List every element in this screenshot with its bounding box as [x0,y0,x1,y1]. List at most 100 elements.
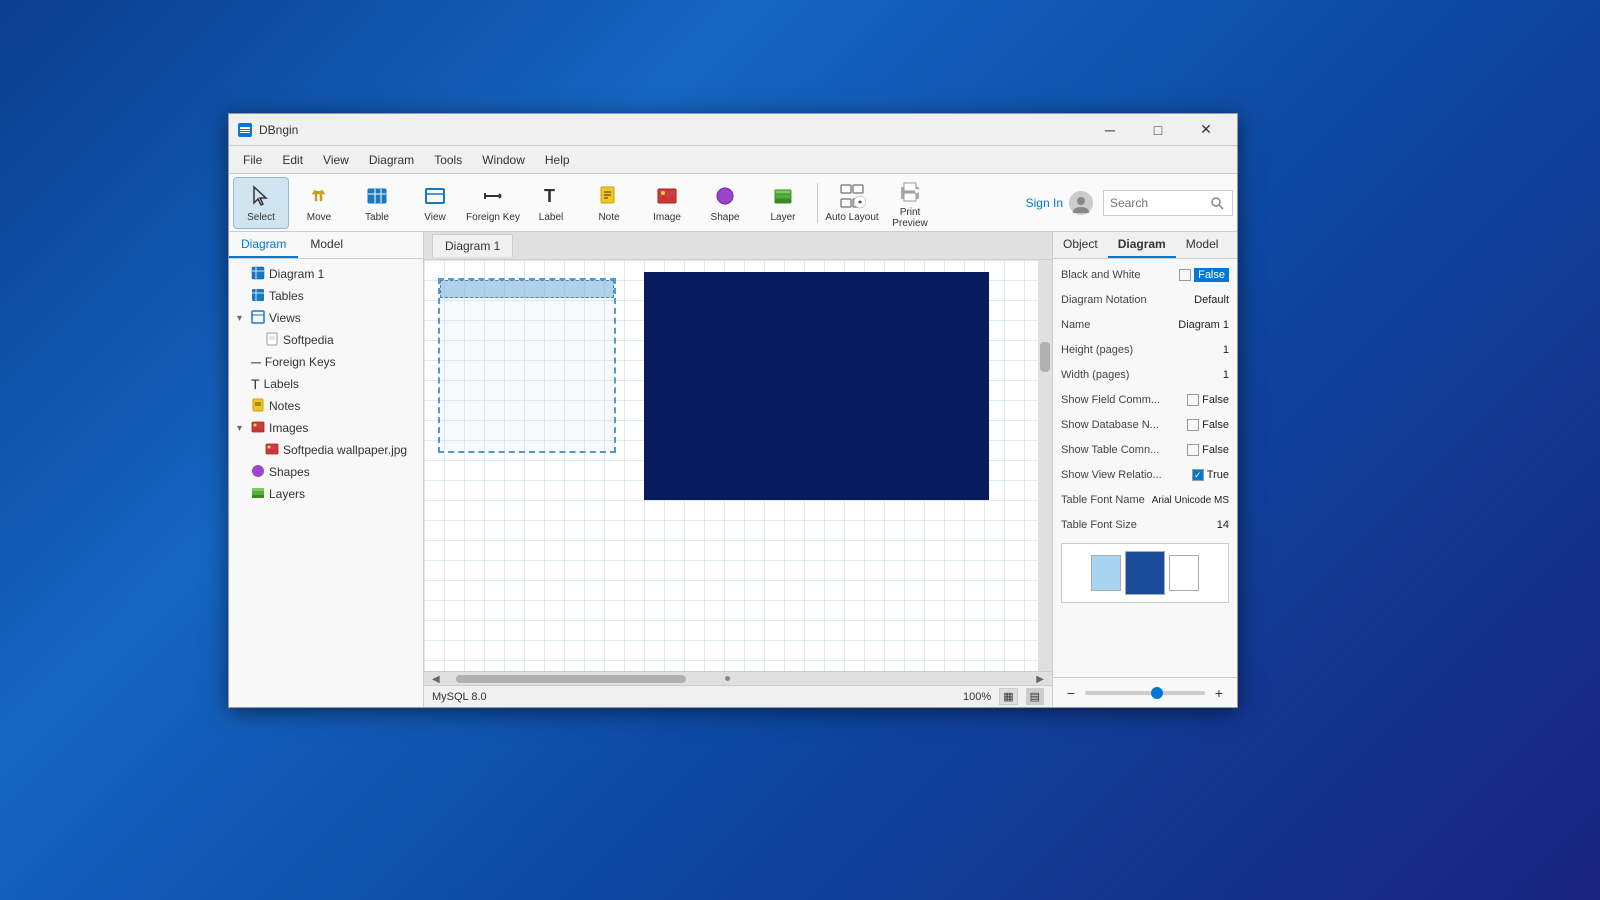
tree-item-shapes[interactable]: Shapes [229,461,423,483]
tree-label-foreign-keys: Foreign Keys [265,355,336,369]
prop-label-bw: Black and White [1061,269,1179,281]
menu-tools[interactable]: Tools [424,149,472,171]
props-tab-object[interactable]: Object [1053,232,1108,258]
table-tool-button[interactable]: Table [349,177,405,229]
print-preview-button[interactable]: Print Preview [882,177,938,229]
tree-label-labels: Labels [264,377,299,391]
menu-window[interactable]: Window [472,149,535,171]
tree-label-layers: Layers [269,487,305,501]
prop-label-notation: Diagram Notation [1061,294,1194,306]
blue-image-rect [644,272,989,500]
prop-checkbox-field-comm[interactable] [1187,394,1199,406]
tab-diagram[interactable]: Diagram [229,232,298,258]
auto-layout-button[interactable]: Auto Layout [824,177,880,229]
prop-checkbox-bw[interactable] [1179,269,1191,281]
close-button[interactable]: ✕ [1183,114,1229,146]
tree-item-softpedia[interactable]: Softpedia [229,329,423,351]
shape-tool-button[interactable]: Shape [697,177,753,229]
zoom-in-button[interactable]: + [1209,683,1229,703]
wallpaper-icon [265,442,279,459]
zoom-percent: 100% [963,691,991,703]
table-icon [363,182,391,210]
tree-item-tables[interactable]: Tables [229,285,423,307]
canvas-content[interactable] [424,260,1052,671]
table-label: Table [365,212,389,223]
note-tool-button[interactable]: Note [581,177,637,229]
maximize-button[interactable]: □ [1135,114,1181,146]
layer-label: Layer [770,212,795,223]
zoom-out-button[interactable]: − [1061,683,1081,703]
zoom-slider[interactable] [1085,691,1205,695]
signin-area: Sign In [1026,191,1093,215]
move-tool-button[interactable]: Move [291,177,347,229]
tree-item-diagram1[interactable]: Diagram 1 [229,263,423,285]
prop-row-view-relatio: Show View Relatio... ✓ True [1061,465,1229,485]
scroll-position-dot [725,676,730,681]
tab-model[interactable]: Model [298,232,355,258]
view-tool-button[interactable]: View [407,177,463,229]
menu-help[interactable]: Help [535,149,580,171]
color-swatch-light[interactable] [1091,555,1121,591]
tree-item-softpedia-wallpaper[interactable]: Softpedia wallpaper.jpg [229,439,423,461]
search-icon [1210,196,1224,210]
tables-icon [251,288,265,305]
prop-value-view-relatio: True [1207,469,1229,481]
tree-label-notes: Notes [269,399,300,413]
scroll-left-arrow[interactable]: ◀ [432,674,440,685]
zoom-bar: − + [1053,677,1237,707]
grid-toggle-1[interactable]: ▦ [999,688,1017,705]
tree-item-foreign-keys[interactable]: ─ Foreign Keys [229,351,423,373]
prop-value-name: Diagram 1 [1178,319,1229,331]
shape-label: Shape [711,212,740,223]
move-label: Move [307,212,331,223]
auto-layout-icon [838,182,866,210]
minimize-button[interactable]: ─ [1087,114,1133,146]
prop-label-height: Height (pages) [1061,344,1223,356]
status-bar: MySQL 8.0 100% ▦ ▤ [424,685,1052,707]
color-swatch-white[interactable] [1169,555,1199,591]
title-controls: ─ □ ✕ [1087,114,1229,146]
prop-label-db-name: Show Database N... [1061,419,1187,431]
menu-bar: File Edit View Diagram Tools Window Help [229,146,1237,174]
foreign-key-tool-button[interactable]: Foreign Key [465,177,521,229]
signin-button[interactable]: Sign In [1026,196,1063,210]
prop-row-name: Name Diagram 1 [1061,315,1229,335]
prop-checkbox-table-comn[interactable] [1187,444,1199,456]
tree-item-views[interactable]: ▾ Views [229,307,423,329]
foreign-key-label: Foreign Key [466,212,520,223]
prop-row-db-name: Show Database N... False [1061,415,1229,435]
toolbar-separator-1 [817,183,818,223]
menu-edit[interactable]: Edit [272,149,313,171]
image-icon [653,182,681,210]
avatar [1069,191,1093,215]
tree-item-notes[interactable]: Notes [229,395,423,417]
canvas-tab-diagram1[interactable]: Diagram 1 [432,234,513,257]
props-tab-model[interactable]: Model [1176,232,1229,258]
prop-checkbox-db-name[interactable] [1187,419,1199,431]
select-tool-button[interactable]: Select [233,177,289,229]
prop-row-font-name: Table Font Name Arial Unicode MS [1061,490,1229,510]
image-tool-button[interactable]: Image [639,177,695,229]
tree-item-images[interactable]: ▾ Images [229,417,423,439]
menu-view[interactable]: View [313,149,359,171]
label-label: Label [539,212,563,223]
prop-value-field-comm: False [1202,394,1229,406]
selection-box [438,278,616,453]
v-scrollbar[interactable] [1038,260,1052,671]
search-input[interactable] [1110,196,1210,210]
scroll-right-arrow[interactable]: ▶ [1036,674,1044,685]
label-tool-button[interactable]: T Label [523,177,579,229]
menu-file[interactable]: File [233,149,272,171]
prop-row-field-comm: Show Field Comm... False [1061,390,1229,410]
prop-checkbox-view-relatio[interactable]: ✓ [1192,469,1204,481]
grid-toggle-2[interactable]: ▤ [1026,688,1044,705]
tree-item-layers[interactable]: Layers [229,483,423,505]
notes-icon [251,398,265,415]
color-swatch-dark[interactable] [1125,551,1165,595]
layer-tool-button[interactable]: Layer [755,177,811,229]
props-tab-diagram[interactable]: Diagram [1108,232,1176,258]
menu-diagram[interactable]: Diagram [359,149,424,171]
tree-item-labels[interactable]: T Labels [229,373,423,395]
h-scroll-thumb[interactable] [456,675,686,683]
select-icon [247,182,275,210]
